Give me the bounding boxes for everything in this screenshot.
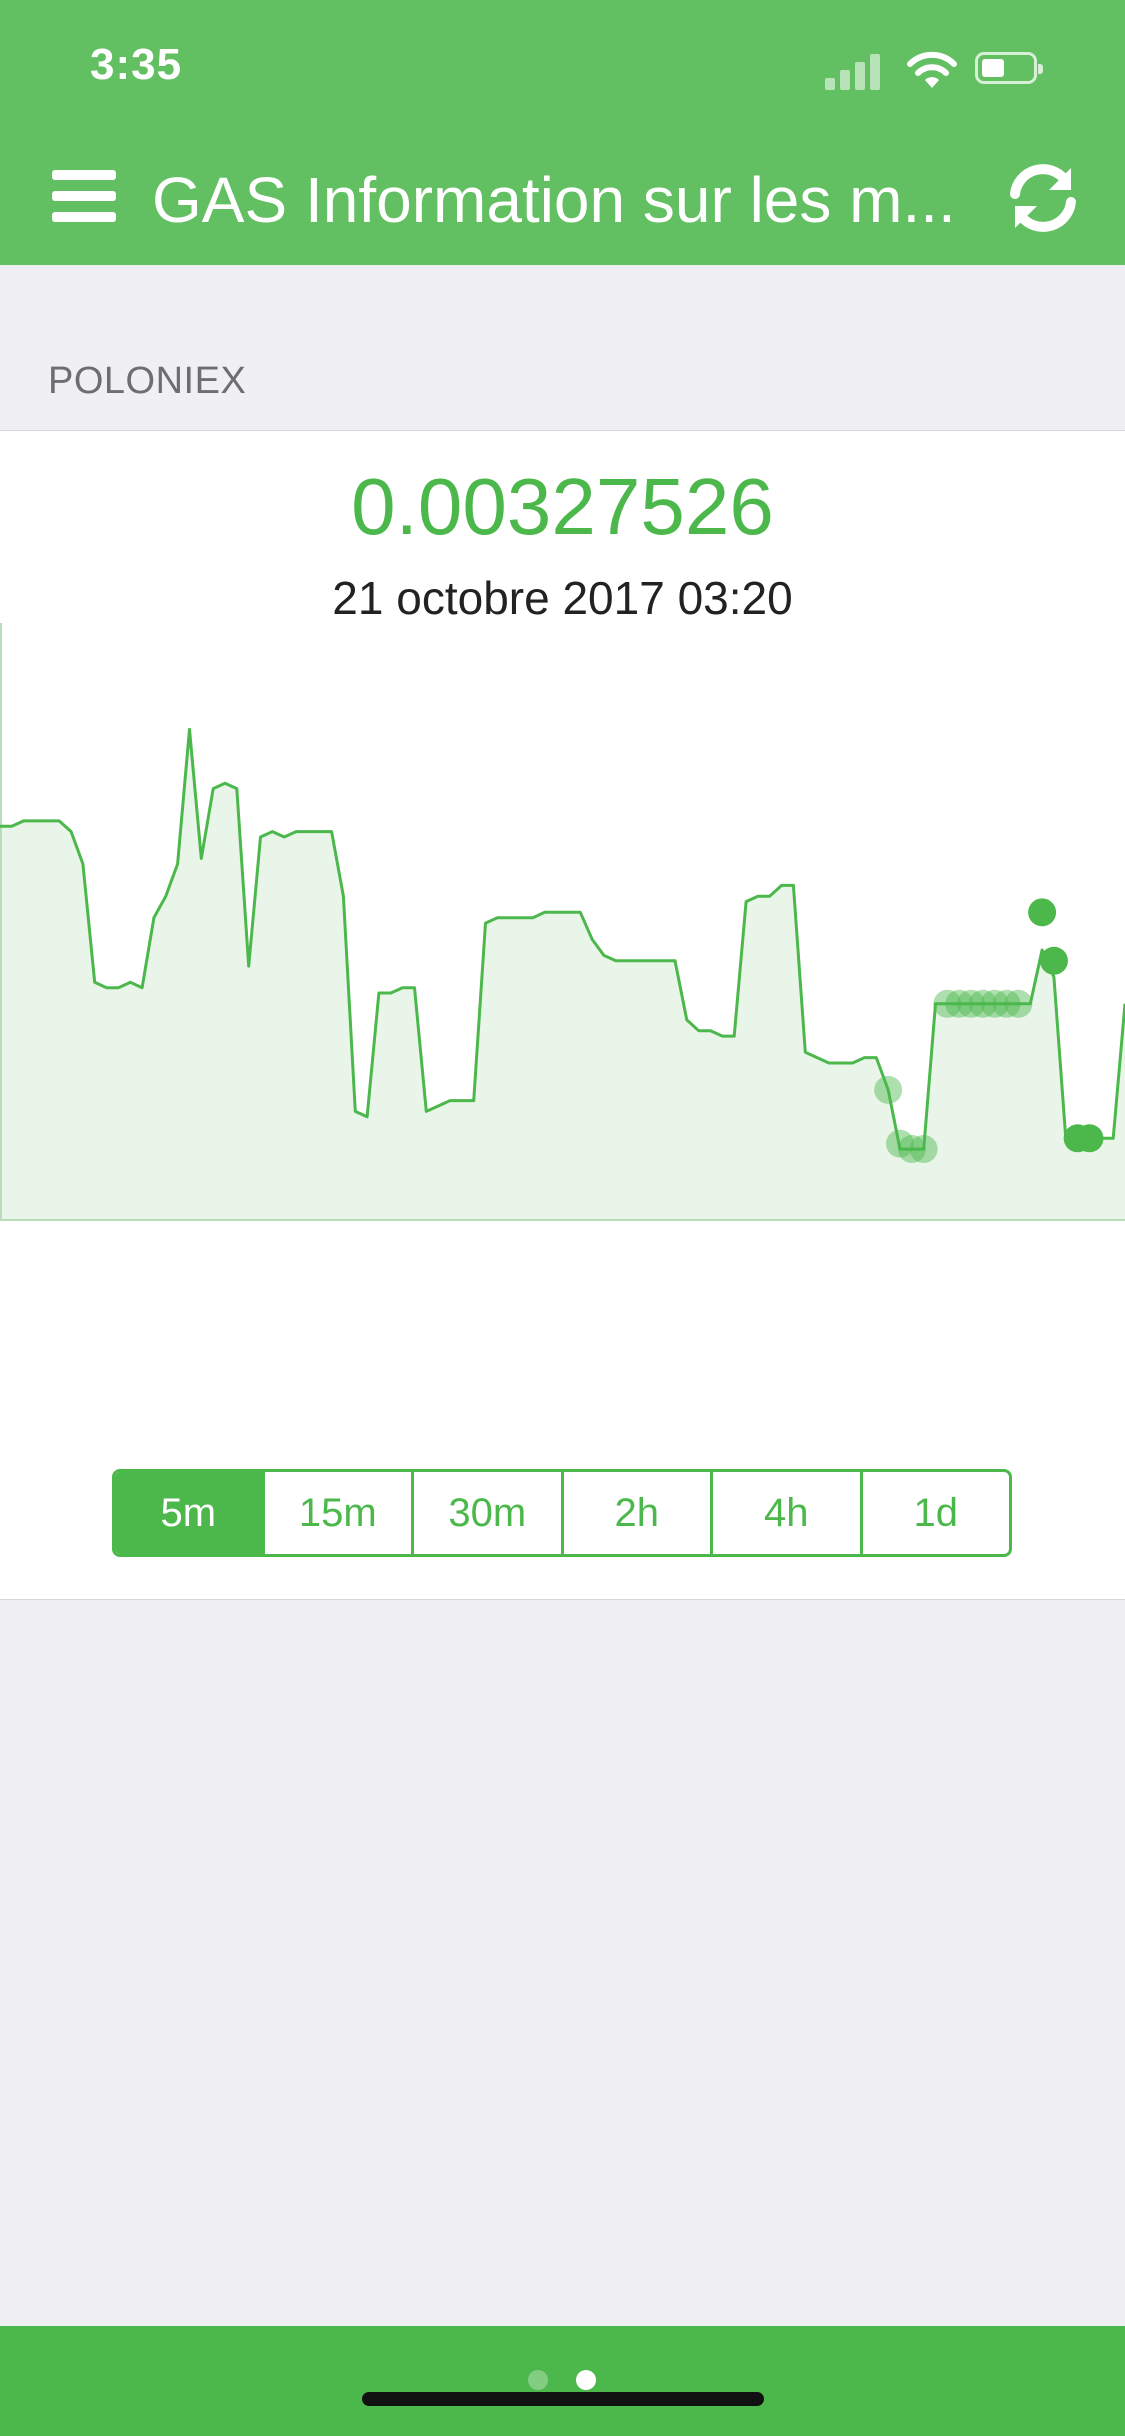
menu-icon[interactable] — [52, 170, 116, 222]
exchange-label: POLONIEX — [48, 360, 247, 402]
chart-area — [0, 729, 1125, 1221]
page-dot-2[interactable] — [576, 2370, 596, 2390]
chart-point — [1004, 989, 1033, 1018]
interval-30m[interactable]: 30m — [411, 1472, 561, 1554]
chart-point — [1028, 898, 1057, 927]
interval-1d[interactable]: 1d — [859, 1472, 1010, 1554]
price-card: 0.00327526 21 octobre 2017 03:20 5m 15m … — [0, 430, 1125, 1600]
interval-2h[interactable]: 2h — [560, 1472, 711, 1554]
interval-selector: 5m 15m 30m 2h 4h 1d — [112, 1469, 1012, 1557]
chart-point — [909, 1135, 938, 1164]
interval-15m[interactable]: 15m — [261, 1472, 412, 1554]
page-title: GAS Information sur les m... — [152, 164, 956, 236]
bottom-bar — [0, 2326, 1125, 2436]
interval-5m[interactable]: 5m — [115, 1472, 262, 1554]
price-date: 21 octobre 2017 03:20 — [332, 572, 793, 624]
price-value: 0.00327526 — [351, 462, 774, 551]
wifi-icon — [907, 51, 957, 88]
nav-header: 3:35 GAS Information sur les m... — [0, 0, 1125, 265]
refresh-icon[interactable] — [1005, 160, 1081, 236]
home-indicator — [362, 2392, 764, 2406]
price-chart[interactable] — [0, 623, 1125, 1221]
chart-point — [874, 1075, 903, 1104]
signal-icon — [825, 50, 885, 90]
page-dot-1[interactable] — [528, 2370, 548, 2390]
chart-point — [1075, 1124, 1104, 1153]
interval-4h[interactable]: 4h — [710, 1472, 860, 1554]
battery-icon — [975, 52, 1043, 84]
chart-point — [1039, 946, 1068, 975]
status-icons — [825, 50, 1085, 90]
status-time: 3:35 — [90, 40, 183, 89]
